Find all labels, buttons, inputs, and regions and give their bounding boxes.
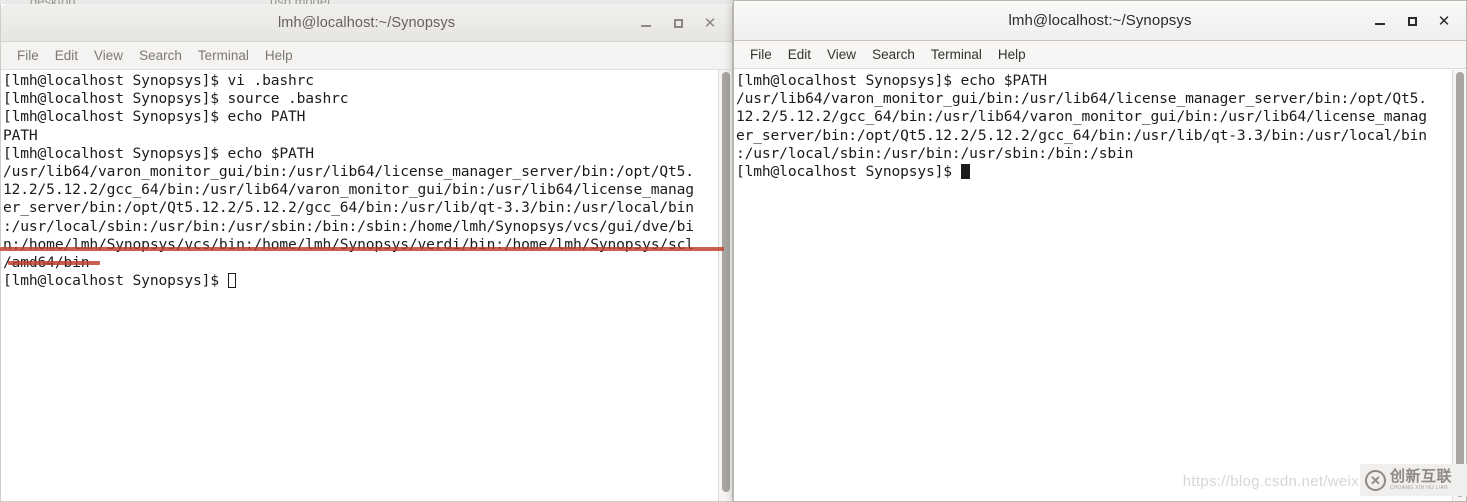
terminal-line: PATH bbox=[3, 126, 38, 144]
terminal-line: [lmh@localhost Synopsys]$ source .bashrc bbox=[3, 90, 349, 108]
titlebar-right[interactable]: lmh@localhost:~/Synopsys ✕ bbox=[734, 1, 1466, 41]
logo-pinyin-name: CHUANG XIN HU LIAN bbox=[1390, 485, 1448, 491]
terminal-line: /usr/lib64/varon_monitor_gui/bin:/usr/li… bbox=[3, 163, 694, 181]
terminal-line: :/usr/local/sbin:/usr/bin:/usr/sbin:/bin… bbox=[3, 217, 694, 235]
annotation-long-underline bbox=[0, 247, 724, 251]
x-circle-logo-icon: ✕ bbox=[1365, 469, 1386, 491]
window-controls-right: ✕ bbox=[1364, 1, 1460, 41]
menu-item-help-right[interactable]: Help bbox=[990, 44, 1034, 65]
menubar-left: File Edit View Search Terminal Help bbox=[1, 42, 732, 70]
logo-chinese-name: 创新互联 bbox=[1390, 468, 1453, 485]
minimize-button-left[interactable] bbox=[630, 8, 662, 38]
maximize-button-right[interactable] bbox=[1396, 6, 1428, 36]
terminal-line: :/usr/local/sbin:/usr/bin:/usr/sbin:/bin… bbox=[736, 144, 1134, 162]
close-icon: ✕ bbox=[703, 14, 717, 32]
window-title-right: lmh@localhost:~/Synopsys bbox=[1008, 12, 1192, 29]
titlebar-left[interactable]: lmh@localhost:~/Synopsys ✕ bbox=[1, 4, 732, 42]
terminal-line: er_server/bin:/opt/Qt5.12.2/5.12.2/gcc_6… bbox=[736, 126, 1427, 144]
window-controls-left: ✕ bbox=[630, 4, 726, 42]
logo-text-block: 创新互联 CHUANG XIN HU LIAN bbox=[1390, 469, 1452, 491]
terminal-scrollbar-thumb-left[interactable] bbox=[722, 72, 730, 492]
terminal-line: [lmh@localhost Synopsys]$ echo $PATH bbox=[736, 72, 1047, 89]
terminal-window-left[interactable]: lmh@localhost:~/Synopsys ✕ File Edit Vie… bbox=[0, 4, 733, 502]
terminal-scrollbar-thumb-right[interactable] bbox=[1456, 72, 1464, 497]
minimize-icon bbox=[1375, 23, 1385, 25]
terminal-line: 12.2/5.12.2/gcc_64/bin:/usr/lib64/varon_… bbox=[3, 181, 694, 199]
terminal-window-right[interactable]: lmh@localhost:~/Synopsys ✕ File Edit Vie… bbox=[733, 0, 1467, 502]
terminal-line: er_server/bin:/opt/Qt5.12.2/5.12.2/gcc_6… bbox=[3, 199, 694, 217]
logo-badge: ✕ 创新互联 CHUANG XIN HU LIAN bbox=[1360, 464, 1467, 496]
menu-item-help-left[interactable]: Help bbox=[257, 45, 301, 66]
menu-item-view-left[interactable]: View bbox=[86, 45, 131, 66]
menu-item-terminal-left[interactable]: Terminal bbox=[190, 45, 257, 66]
terminal-line: /usr/lib64/varon_monitor_gui/bin:/usr/li… bbox=[736, 90, 1427, 108]
close-button-left[interactable]: ✕ bbox=[694, 8, 726, 38]
terminal-line: [lmh@localhost Synopsys]$ echo $PATH bbox=[3, 144, 314, 162]
menu-item-terminal-right[interactable]: Terminal bbox=[923, 44, 990, 65]
minimize-button-right[interactable] bbox=[1364, 6, 1396, 36]
menubar-right: File Edit View Search Terminal Help bbox=[734, 41, 1466, 69]
terminal-cursor-left bbox=[227, 273, 236, 289]
terminal-line: 12.2/5.12.2/gcc_64/bin:/usr/lib64/varon_… bbox=[736, 108, 1427, 126]
window-title-left: lmh@localhost:~/Synopsys bbox=[277, 14, 456, 31]
terminal-scrollbar-left[interactable] bbox=[718, 70, 732, 501]
menu-item-file-left[interactable]: File bbox=[9, 45, 47, 66]
maximize-icon bbox=[673, 18, 683, 28]
menu-item-edit-right[interactable]: Edit bbox=[780, 44, 819, 65]
annotation-short-underline bbox=[8, 261, 100, 265]
menu-item-search-right[interactable]: Search bbox=[864, 44, 923, 65]
menu-item-view-right[interactable]: View bbox=[819, 44, 864, 65]
terminal-line: [lmh@localhost Synopsys]$ echo PATH bbox=[3, 108, 306, 126]
maximize-button-left[interactable] bbox=[662, 8, 694, 38]
terminal-prompt-left: [lmh@localhost Synopsys]$ bbox=[3, 272, 228, 290]
terminal-output-left: [lmh@localhost Synopsys]$ vi .bashrc [lm… bbox=[3, 72, 714, 290]
close-button-right[interactable]: ✕ bbox=[1428, 6, 1460, 36]
watermark-url: https://blog.csdn.net/weix bbox=[1182, 473, 1359, 490]
terminal-body-right[interactable]: [lmh@localhost Synopsys]$ echo $PATH /us… bbox=[734, 70, 1466, 501]
terminal-line: [lmh@localhost Synopsys]$ vi .bashrc bbox=[3, 72, 314, 89]
maximize-icon bbox=[1407, 16, 1417, 26]
terminal-output-right: [lmh@localhost Synopsys]$ echo $PATH /us… bbox=[736, 72, 1448, 181]
close-icon: ✕ bbox=[1437, 12, 1451, 30]
terminal-prompt-right: [lmh@localhost Synopsys]$ bbox=[736, 163, 961, 181]
menu-item-edit-left[interactable]: Edit bbox=[47, 45, 86, 66]
menu-item-search-left[interactable]: Search bbox=[131, 45, 190, 66]
menu-item-file-right[interactable]: File bbox=[742, 44, 780, 65]
minimize-icon bbox=[641, 25, 651, 27]
terminal-scrollbar-right[interactable] bbox=[1452, 70, 1466, 501]
terminal-cursor-right bbox=[960, 164, 970, 180]
terminal-body-left[interactable]: [lmh@localhost Synopsys]$ vi .bashrc [lm… bbox=[1, 70, 732, 501]
